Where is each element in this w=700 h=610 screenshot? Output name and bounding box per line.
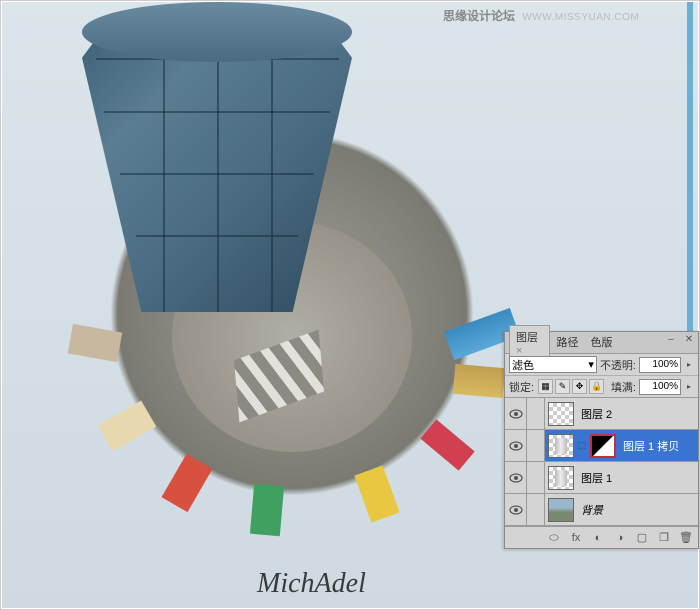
panel-tabs: 图层 × 路径 色版 – ✕ <box>505 332 698 354</box>
watermark: 思缘设计论坛 WWW.MISSYUAN.COM <box>443 7 639 24</box>
visibility-toggle[interactable] <box>505 494 527 525</box>
new-layer-icon[interactable]: ❐ <box>656 531 672 545</box>
layer-row[interactable]: 背景 <box>505 494 698 526</box>
layer-name-label[interactable]: 背景 <box>581 502 603 518</box>
mask-link-icon[interactable]: ⬚ <box>577 440 587 451</box>
fill-input[interactable]: 100% <box>639 379 681 395</box>
eye-icon <box>509 441 523 451</box>
layer-fx-icon[interactable]: fx <box>568 531 584 545</box>
lock-pixels-icon[interactable]: ✎ <box>555 379 570 394</box>
lock-transparency-icon[interactable]: ▦ <box>538 379 553 394</box>
glass-tower <box>82 2 352 312</box>
layer-mask-icon[interactable]: ◐ <box>590 531 606 545</box>
chevron-down-icon: ▾ <box>588 358 594 371</box>
opacity-label: 不透明: <box>600 357 636 373</box>
lock-label: 锁定: <box>509 379 534 395</box>
layer-name-label[interactable]: 图层 1 <box>581 470 612 486</box>
link-column[interactable] <box>527 430 545 461</box>
eye-icon <box>509 473 523 483</box>
layer-name-label[interactable]: 图层 1 拷贝 <box>623 438 679 454</box>
link-column[interactable] <box>527 462 545 493</box>
layer-row[interactable]: ⬚ 图层 1 拷贝 <box>505 430 698 462</box>
blend-opacity-row: 滤色 ▾ 不透明: 100% ▸ <box>505 354 698 376</box>
eye-icon <box>509 505 523 515</box>
layer-name-label[interactable]: 图层 2 <box>581 406 612 422</box>
layer-thumbnail[interactable] <box>548 498 574 522</box>
layers-panel: 图层 × 路径 色版 – ✕ 滤色 ▾ 不透明: 100% ▸ 锁定: ▦ ✎ … <box>504 331 699 549</box>
eye-icon <box>509 409 523 419</box>
visibility-toggle[interactable] <box>505 462 527 493</box>
panel-footer: ⬭ fx ◐ ◑ ▢ ❐ 🗑 <box>505 526 698 548</box>
tab-channels[interactable]: 色版 <box>584 331 618 354</box>
visibility-toggle[interactable] <box>505 430 527 461</box>
layer-row[interactable]: 图层 1 <box>505 462 698 494</box>
layer-thumbnail[interactable] <box>548 434 574 458</box>
layer-thumbnail[interactable] <box>548 466 574 490</box>
lock-position-icon[interactable]: ✥ <box>572 379 587 394</box>
opacity-input[interactable]: 100% <box>639 357 681 373</box>
layer-mask-thumbnail[interactable] <box>590 434 616 458</box>
panel-close-icon[interactable]: ✕ <box>682 334 696 348</box>
link-column[interactable] <box>527 398 545 429</box>
fill-flyout-icon[interactable]: ▸ <box>684 382 694 391</box>
layer-group-icon[interactable]: ▢ <box>634 531 650 545</box>
lock-fill-row: 锁定: ▦ ✎ ✥ 🔒 填满: 100% ▸ <box>505 376 698 398</box>
layer-row[interactable]: 图层 2 <box>505 398 698 430</box>
layer-thumbnail[interactable] <box>548 402 574 426</box>
link-column[interactable] <box>527 494 545 525</box>
blend-mode-select[interactable]: 滤色 ▾ <box>509 356 597 373</box>
lock-all-icon[interactable]: 🔒 <box>589 379 604 394</box>
delete-layer-icon[interactable]: 🗑 <box>678 531 694 545</box>
opacity-flyout-icon[interactable]: ▸ <box>684 360 694 369</box>
ruler-edge <box>687 2 693 332</box>
tab-paths[interactable]: 路径 <box>550 331 584 354</box>
layer-list: 图层 2 ⬚ 图层 1 拷贝 图层 1 背景 <box>505 398 698 526</box>
visibility-toggle[interactable] <box>505 398 527 429</box>
artist-signature: MichAdel <box>257 568 366 600</box>
link-layers-icon[interactable]: ⬭ <box>546 531 562 545</box>
adjustment-layer-icon[interactable]: ◑ <box>612 531 628 545</box>
panel-minimize-icon[interactable]: – <box>664 334 678 348</box>
fill-label: 填满: <box>611 379 636 395</box>
